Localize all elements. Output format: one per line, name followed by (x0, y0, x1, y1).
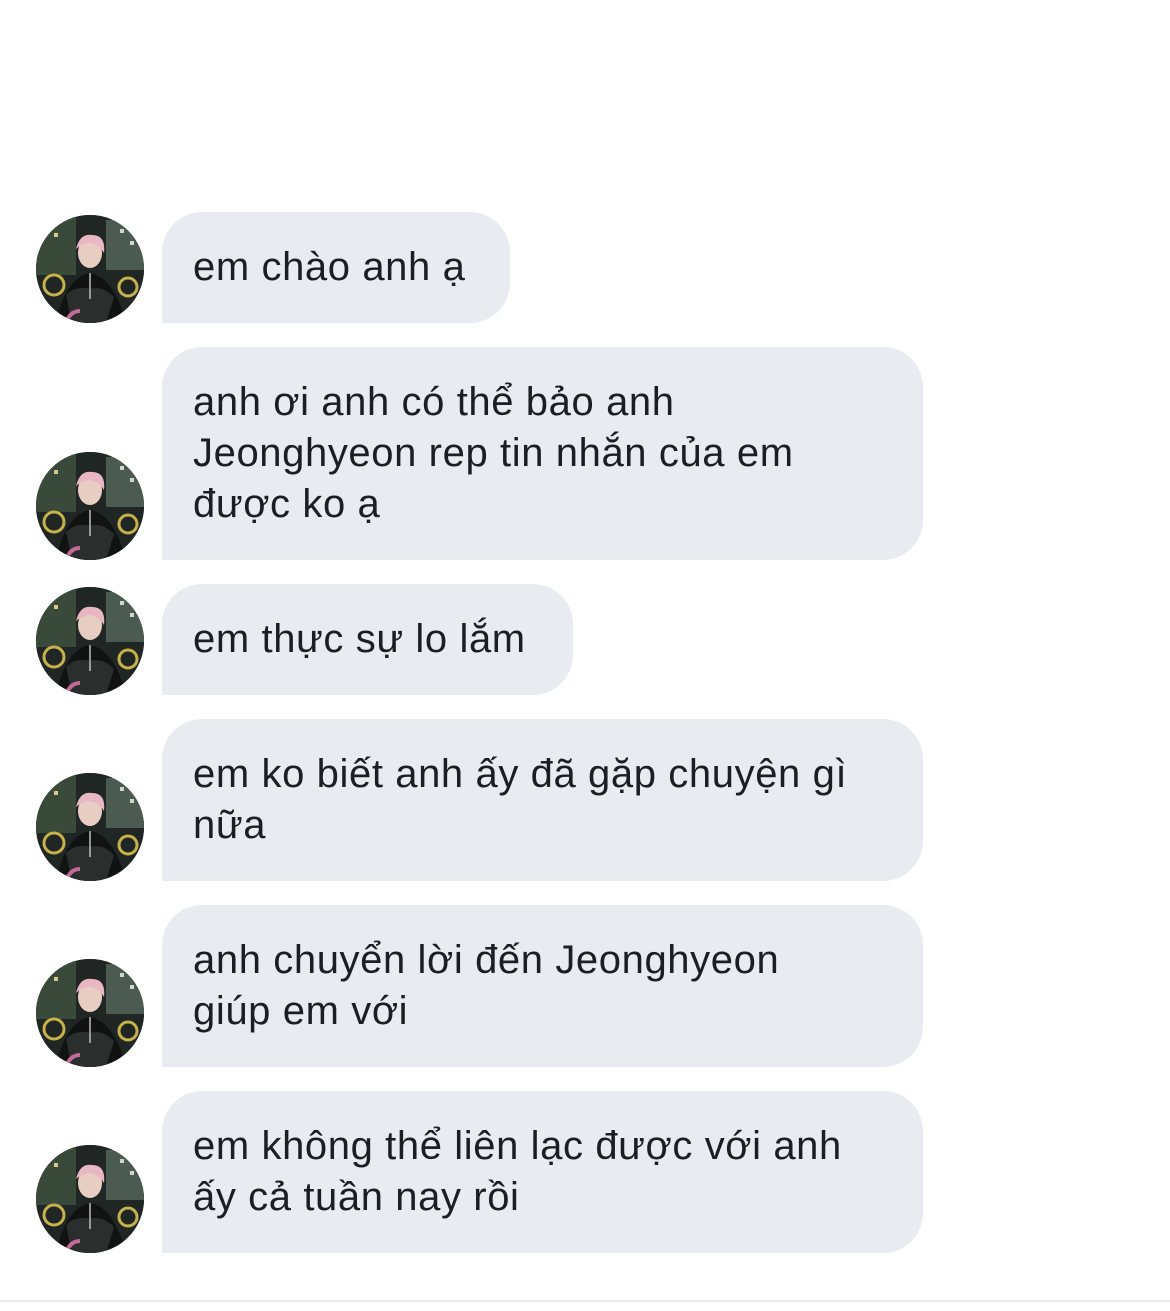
avatar-photo-icon (36, 1145, 144, 1253)
sender-avatar[interactable] (36, 1145, 144, 1253)
sender-avatar[interactable] (36, 587, 144, 695)
sender-avatar[interactable] (36, 773, 144, 881)
divider (0, 1300, 1170, 1302)
sender-avatar[interactable] (36, 959, 144, 1067)
avatar-photo-icon (36, 215, 144, 323)
avatar-photo-icon (36, 959, 144, 1067)
message-bubble[interactable]: em chào anh ạ (162, 212, 510, 323)
message-bubble[interactable]: em không thể liên lạc được với anh ấy cả… (162, 1091, 923, 1253)
avatar-photo-icon (36, 773, 144, 881)
message-thread: em chào anh ạ anh ơi anh có thể bảo anh … (0, 0, 1170, 1311)
message-bubble[interactable]: em thực sự lo lắm (162, 584, 573, 695)
message-bubble[interactable]: anh chuyển lời đến Jeonghyeon giúp em vớ… (162, 905, 923, 1067)
message-bubble[interactable]: em ko biết anh ấy đã gặp chuyện gì nữa (162, 719, 923, 881)
message-bubble[interactable]: anh ơi anh có thể bảo anh Jeonghyeon rep… (162, 347, 923, 560)
avatar-photo-icon (36, 587, 144, 695)
avatar-photo-icon (36, 452, 144, 560)
sender-avatar[interactable] (36, 452, 144, 560)
sender-avatar[interactable] (36, 215, 144, 323)
